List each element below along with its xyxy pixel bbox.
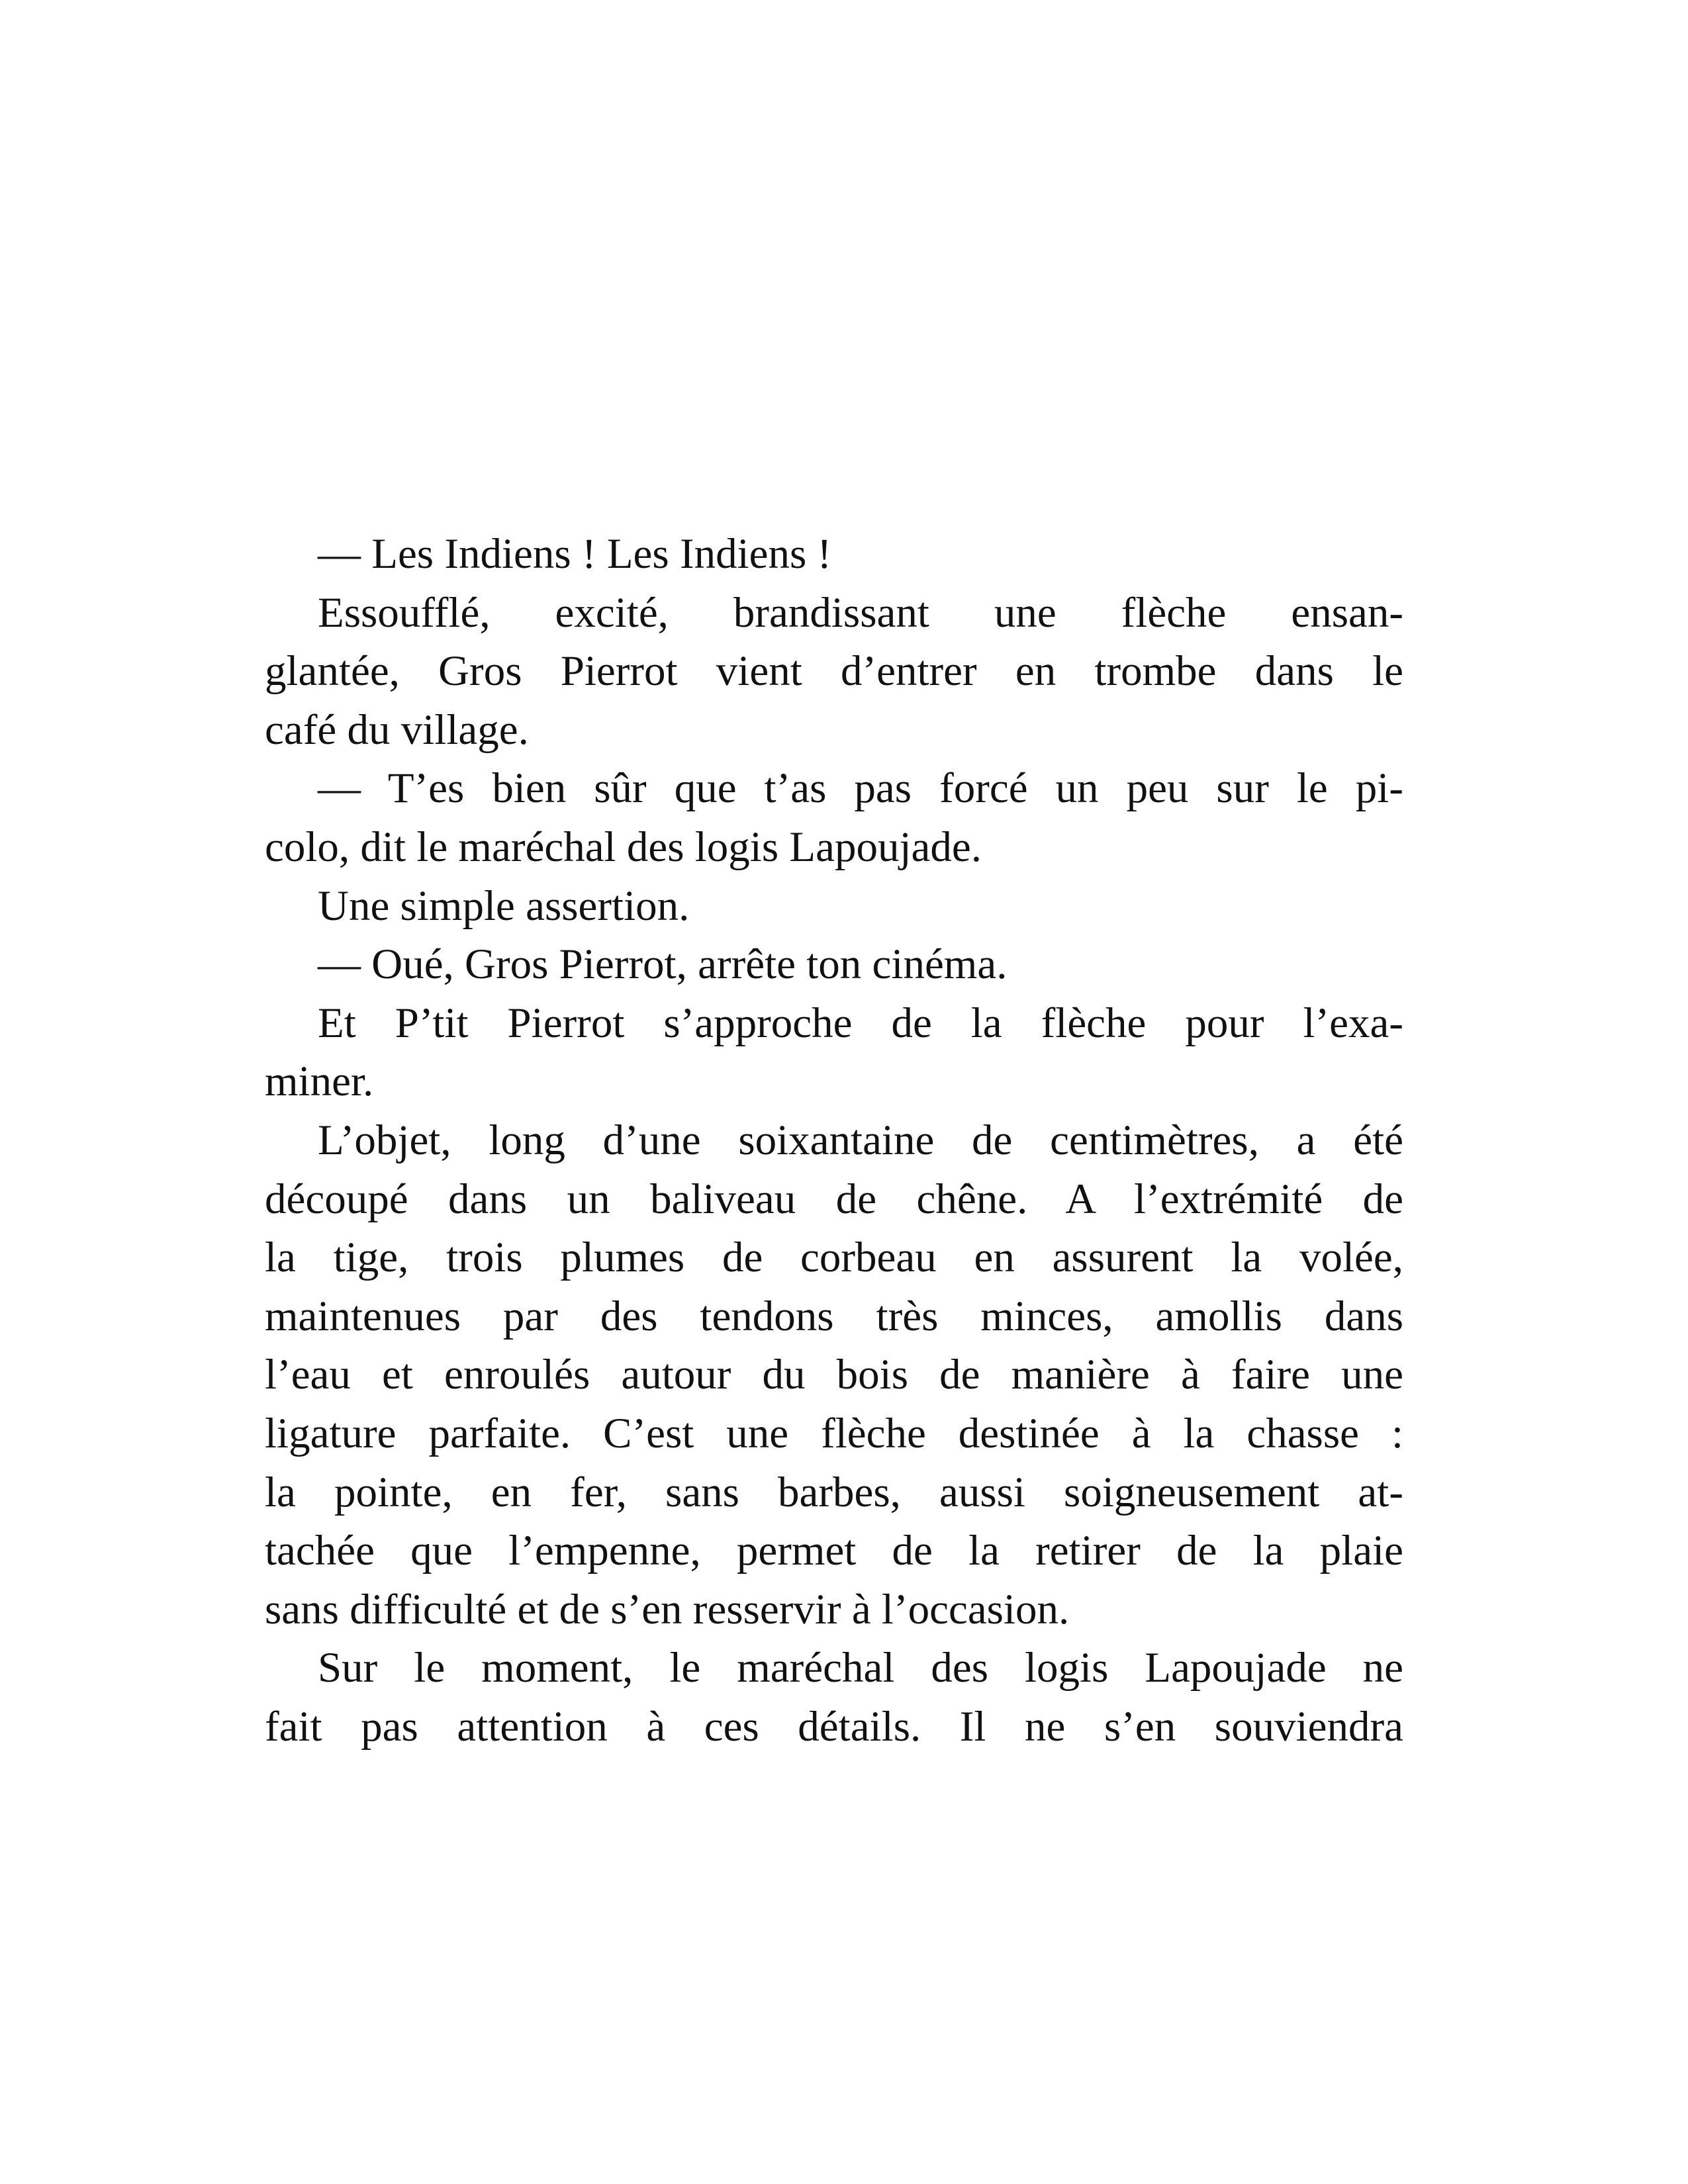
- text-line: Sur le moment, le maréchal des logis Lap…: [318, 1644, 1403, 1692]
- text-line: Et P’tit Pierrot s’approche de la flèche…: [318, 999, 1403, 1047]
- book-page: — Les Indiens ! Les Indiens ! Essoufflé, …: [0, 0, 1688, 2184]
- text-line: Une simple assertion.: [318, 882, 690, 930]
- text-line: — Oué, Gros Pierrot, arrête ton cinéma.: [318, 940, 1008, 988]
- text-line: sans difficulté et de s’en resservir à l…: [265, 1586, 1070, 1633]
- text-line: découpé dans un baliveau de chêne. A l’e…: [265, 1175, 1403, 1223]
- text-line: la pointe, en fer, sans barbes, aussi so…: [265, 1469, 1403, 1516]
- text-line: miner.: [265, 1058, 374, 1105]
- text-line: — T’es bien sûr que t’as pas forcé un pe…: [318, 764, 1403, 812]
- text-line: colo, dit le maréchal des logis Lapoujad…: [265, 823, 982, 871]
- text-line: ligature parfaite. C’est une flèche dest…: [265, 1410, 1403, 1457]
- text-line: café du village.: [265, 706, 529, 754]
- text-line: tachée que l’empenne, permet de la retir…: [265, 1527, 1403, 1574]
- text-line: la tige, trois plumes de corbeau en assu…: [265, 1234, 1403, 1281]
- text-line: — Les Indiens ! Les Indiens !: [318, 530, 832, 578]
- text-line: glantée, Gros Pierrot vient d’entrer en …: [265, 647, 1403, 695]
- text-line: fait pas attention à ces détails. Il ne …: [265, 1703, 1403, 1751]
- text-line: L’objet, long d’une soixantaine de centi…: [318, 1116, 1403, 1164]
- text-line: l’eau et enroulés autour du bois de mani…: [265, 1351, 1403, 1398]
- text-line: maintenues par des tendons très minces, …: [265, 1293, 1403, 1340]
- text-line: Essoufflé, excité, brandissant une flèch…: [318, 589, 1403, 637]
